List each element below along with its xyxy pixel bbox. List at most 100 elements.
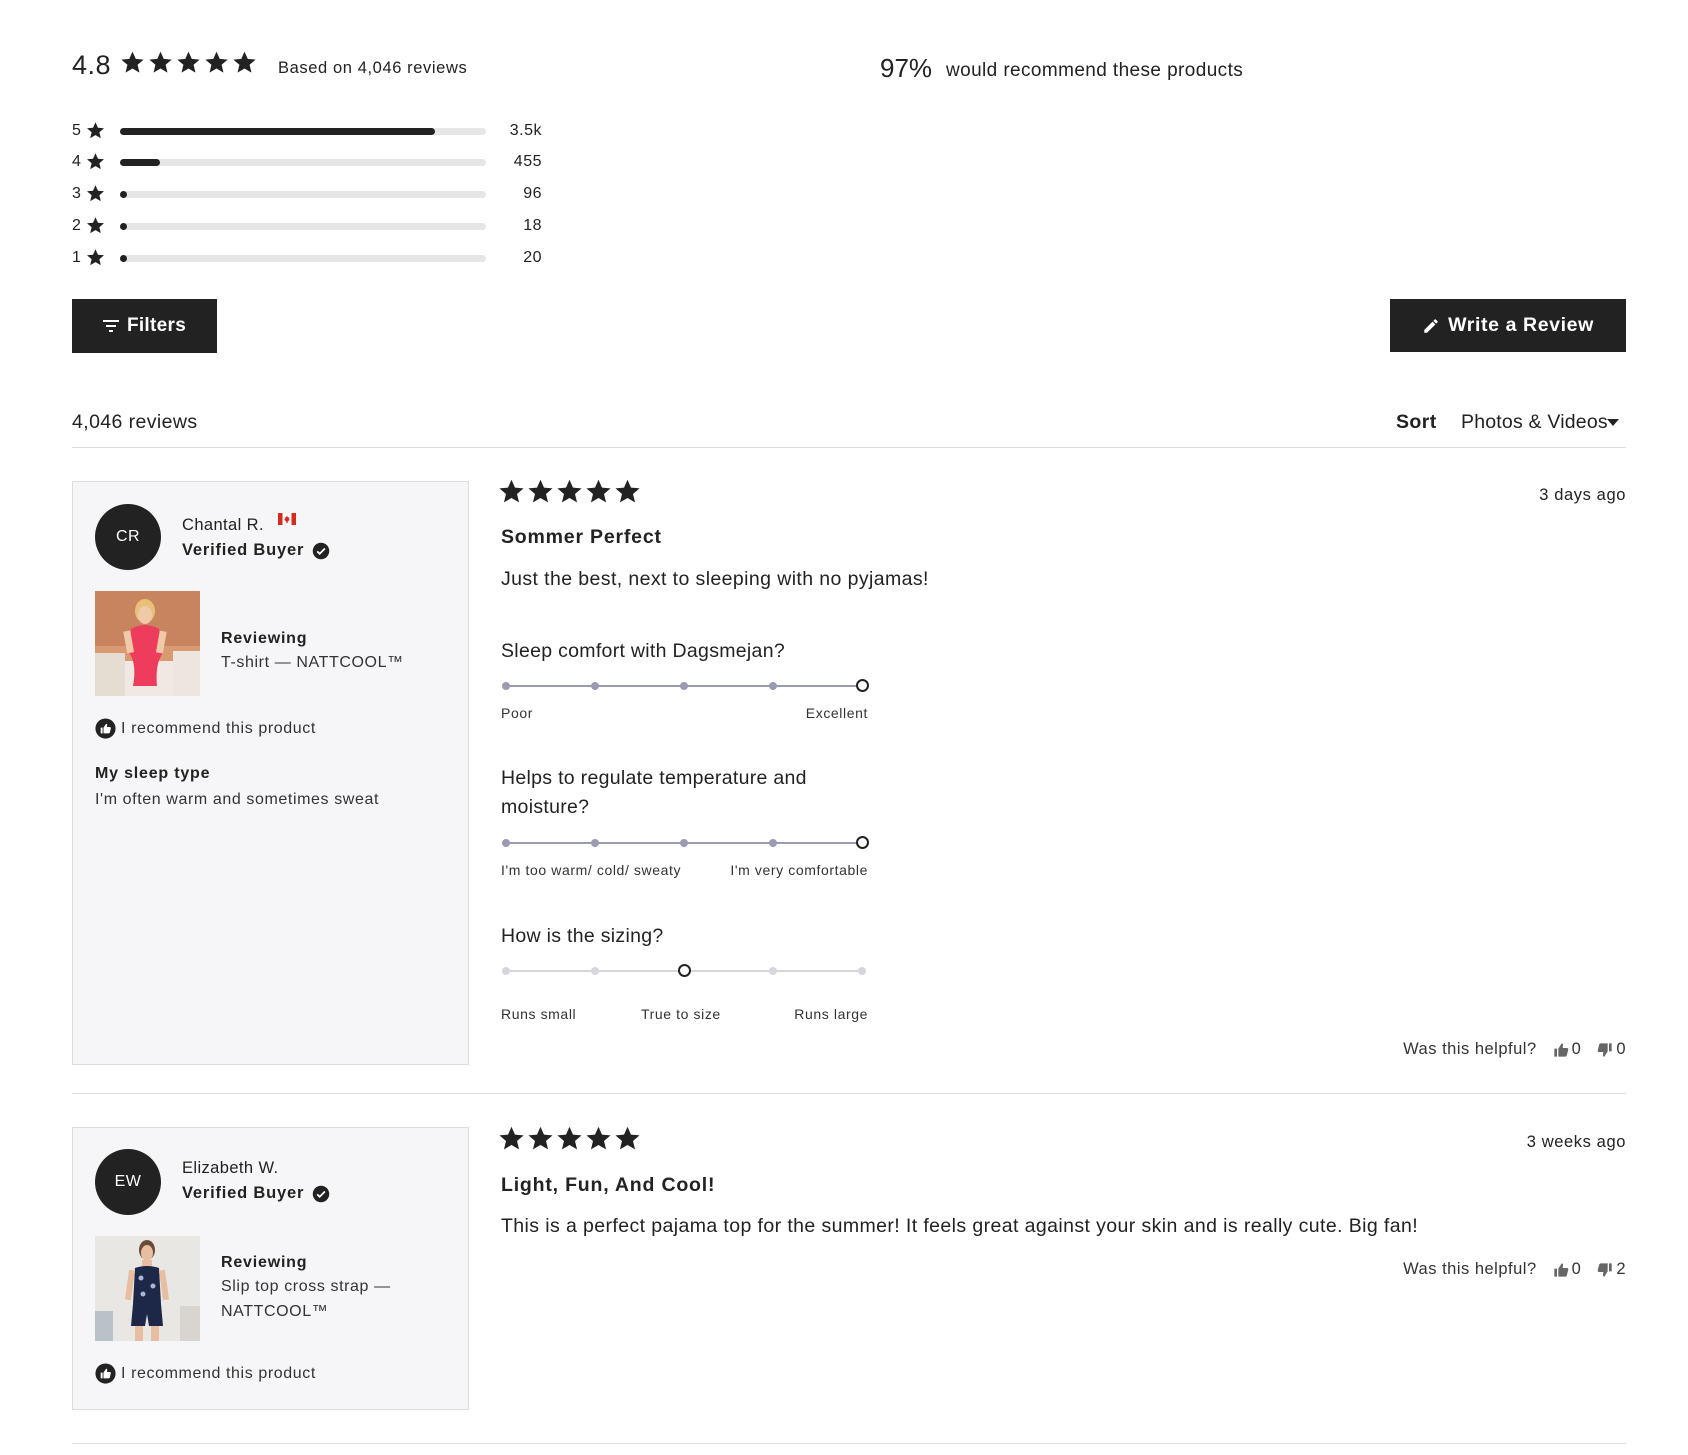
histogram-track: [120, 159, 486, 166]
rating-scale: [501, 833, 871, 853]
histogram-fill: [120, 128, 435, 135]
histogram-count: 20: [523, 249, 542, 266]
scale-point: [858, 967, 866, 975]
review-count: 4,046 reviews: [72, 411, 198, 433]
histogram-track: [120, 255, 486, 262]
scale-point: [769, 682, 777, 690]
write-review-button[interactable]: Write a Review: [1390, 299, 1626, 352]
downvote-button[interactable]: 2: [1597, 1260, 1626, 1279]
scale-label-left: Poor: [501, 705, 533, 721]
star-icon: [556, 1125, 583, 1152]
verified-check-icon: [312, 1185, 330, 1202]
star-icon: [498, 1125, 525, 1152]
scale-point: [769, 967, 777, 975]
divider: [72, 1443, 1626, 1444]
scale-label-left: I'm too warm/ cold/ sweaty: [501, 862, 682, 878]
verified-buyer: Verified Buyer: [182, 1184, 330, 1203]
star-icon: [176, 50, 201, 75]
verified-label: Verified Buyer: [182, 541, 305, 559]
histogram-track: [120, 191, 486, 198]
scale-point: [591, 682, 599, 690]
author-name: Elizabeth W.: [182, 1159, 279, 1177]
thumbs-up-icon: [95, 1363, 116, 1384]
star-icon: [527, 1125, 554, 1152]
thumbs-up-icon: [1553, 1042, 1568, 1057]
histogram-row[interactable]: 3 96: [72, 183, 542, 207]
helpful-votes: Was this helpful? 0 2: [1403, 1260, 1626, 1279]
product-image[interactable]: [95, 591, 200, 696]
reviewed-product-link[interactable]: Slip top cross strap — NATTCOOL™: [221, 1274, 431, 1324]
histogram-star-label: 2: [72, 217, 81, 234]
downvote-count: 2: [1616, 1260, 1626, 1278]
scale-point: [502, 682, 510, 690]
avatar: CR: [95, 504, 161, 570]
upvote-button[interactable]: 0: [1553, 1260, 1582, 1279]
helpful-label: Was this helpful?: [1403, 1040, 1537, 1058]
histogram-count: 3.5k: [509, 122, 542, 139]
sort-label: Sort: [1396, 411, 1437, 433]
star-icon: [86, 121, 105, 140]
product-photo-tshirt: [95, 591, 200, 696]
rating-scale: [501, 961, 871, 981]
histogram-row[interactable]: 4 455: [72, 151, 542, 175]
thumbs-up-icon: [1553, 1262, 1568, 1277]
histogram-star-label: 1: [72, 249, 81, 266]
avatar: EW: [95, 1149, 161, 1215]
histogram-fill: [120, 255, 127, 262]
recommend-label: I recommend this product: [121, 719, 316, 737]
thumbs-down-icon: [1597, 1262, 1612, 1277]
histogram-row[interactable]: 2 18: [72, 215, 542, 239]
histogram-fill: [120, 191, 127, 198]
sort-dropdown[interactable]: Photos & Videos: [1461, 411, 1608, 434]
caret-down-icon[interactable]: [1607, 419, 1619, 426]
recommend-text: would recommend these products: [946, 60, 1244, 81]
star-icon: [86, 216, 105, 235]
verified-label: Verified Buyer: [182, 1184, 305, 1202]
scale-point: [680, 682, 688, 690]
author-name: Chantal R.: [182, 516, 264, 534]
scale-point: [591, 967, 599, 975]
rating-scale: [501, 676, 871, 696]
helpful-label: Was this helpful?: [1403, 1260, 1537, 1278]
histogram-count: 96: [523, 185, 542, 202]
pencil-icon: [1424, 318, 1438, 333]
based-on-count: Based on 4,046 reviews: [278, 59, 468, 77]
scale-point: [769, 839, 777, 847]
scale-selected-point: [856, 836, 869, 849]
thumbs-up-icon: [95, 718, 116, 739]
scale-point: [502, 967, 510, 975]
filters-label: Filters: [126, 315, 187, 336]
recommend-product: I recommend this product: [95, 718, 316, 739]
recommend-product: I recommend this product: [95, 1363, 316, 1384]
histogram-row[interactable]: 1 20: [72, 247, 542, 271]
histogram-count: 18: [523, 217, 542, 234]
reviewed-product-link[interactable]: T-shirt — NATTCOOL™: [221, 650, 431, 675]
reviewer-panel: CR Chantal R. Verified Buyer Reviewing T…: [72, 481, 469, 1065]
scale-label-left: Runs small: [501, 1006, 577, 1022]
review-title: Light, Fun, And Cool!: [501, 1174, 716, 1196]
star-icon: [204, 50, 229, 75]
upvote-count: 0: [1571, 1040, 1582, 1058]
histogram-count: 455: [513, 153, 542, 170]
divider: [72, 1093, 1626, 1094]
star-icon: [527, 478, 554, 505]
product-image[interactable]: [95, 1236, 200, 1341]
scale-label-right: Runs large: [794, 1006, 868, 1022]
scale-selected-point: [856, 679, 869, 692]
reviewing-label: Reviewing: [221, 630, 308, 647]
histogram-star-label: 4: [72, 153, 81, 170]
question-label: How is the sizing?: [501, 925, 664, 947]
star-icon: [86, 184, 105, 203]
scale-label-right: I'm very comfortable: [730, 862, 868, 878]
histogram-row[interactable]: 5 3.5k: [72, 120, 542, 144]
average-rating: 4.8: [72, 50, 112, 80]
star-icon: [148, 50, 173, 75]
downvote-button[interactable]: 0: [1597, 1040, 1626, 1059]
histogram-track: [120, 223, 486, 230]
upvote-button[interactable]: 0: [1553, 1040, 1582, 1059]
star-icon: [86, 152, 105, 171]
sleep-type-label: My sleep type: [95, 765, 211, 782]
star-icon: [86, 248, 105, 267]
filters-button[interactable]: Filters: [72, 299, 217, 353]
review-title: Sommer Perfect: [501, 526, 662, 548]
